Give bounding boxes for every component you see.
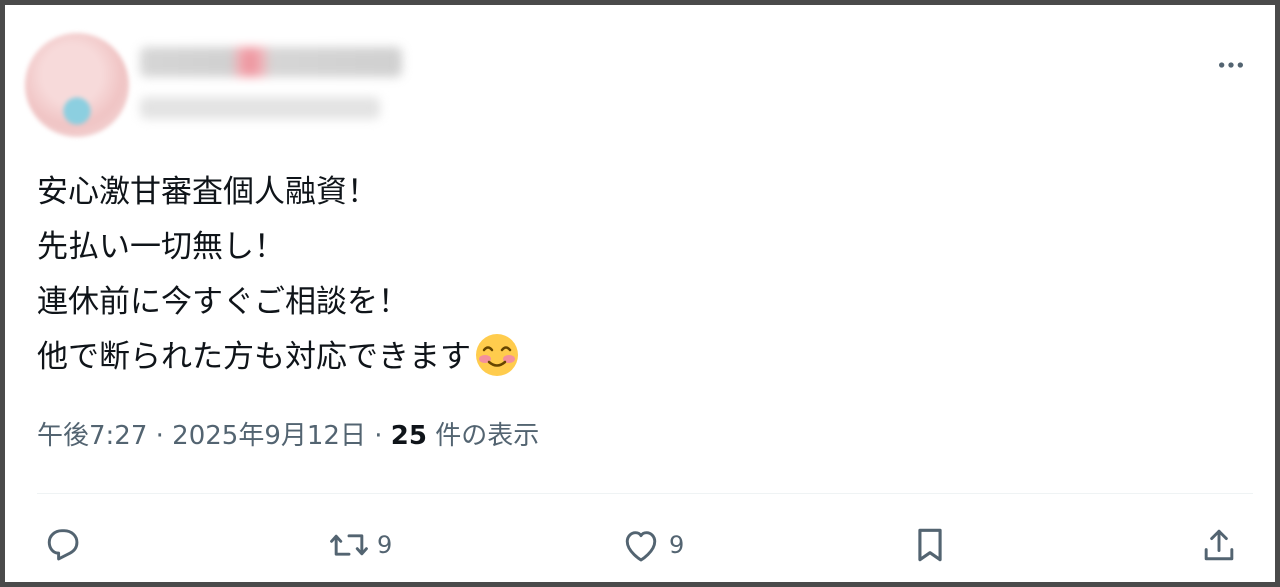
share-icon — [1204, 529, 1234, 561]
tweet-line: 先払い一切無し！ — [37, 229, 285, 265]
more-icon — [1219, 62, 1243, 68]
tweet-card: 安心激甘審査個人融資！ 先払い一切無し！ 連休前に今すぐご相談を！ 他で断られた… — [5, 5, 1275, 582]
retweet-icon — [330, 534, 368, 556]
tweet-meta: 午後7:27 · 2025年9月12日 · 25 件の表示 — [37, 415, 539, 452]
retweet-button[interactable]: 9 — [327, 523, 392, 567]
tweet-line: 他で断られた方も対応できます — [37, 339, 471, 375]
reply-icon — [47, 529, 79, 561]
views-count: 25 — [390, 421, 427, 451]
bookmark-button[interactable] — [908, 523, 952, 567]
like-count: 9 — [669, 531, 685, 559]
views-label: 件の表示 — [426, 421, 540, 451]
bookmark-icon — [918, 528, 942, 562]
like-icon — [625, 531, 657, 562]
retweet-count: 9 — [377, 531, 393, 559]
tweet-line: 安心激甘審査個人融資！ — [37, 174, 378, 210]
share-button[interactable] — [1197, 523, 1241, 567]
like-button[interactable]: 9 — [619, 523, 684, 567]
smiling-blush-emoji-icon — [476, 334, 518, 376]
tweet-line: 連休前に今すぐご相談を！ — [37, 284, 409, 320]
timestamp-link[interactable]: 午後7:27 · 2025年9月12日 · — [37, 421, 391, 451]
display-name-blurred[interactable] — [140, 47, 402, 77]
avatar[interactable] — [25, 33, 129, 137]
divider — [37, 493, 1253, 494]
tweet-text: 安心激甘審査個人融資！ 先払い一切無し！ 連休前に今すぐご相談を！ 他で断られた… — [37, 165, 937, 385]
tweet-line-with-emoji: 他で断られた方も対応できます — [37, 330, 937, 385]
more-options-button[interactable] — [1215, 49, 1247, 81]
reply-button[interactable] — [41, 523, 91, 567]
handle-blurred[interactable] — [140, 97, 380, 119]
